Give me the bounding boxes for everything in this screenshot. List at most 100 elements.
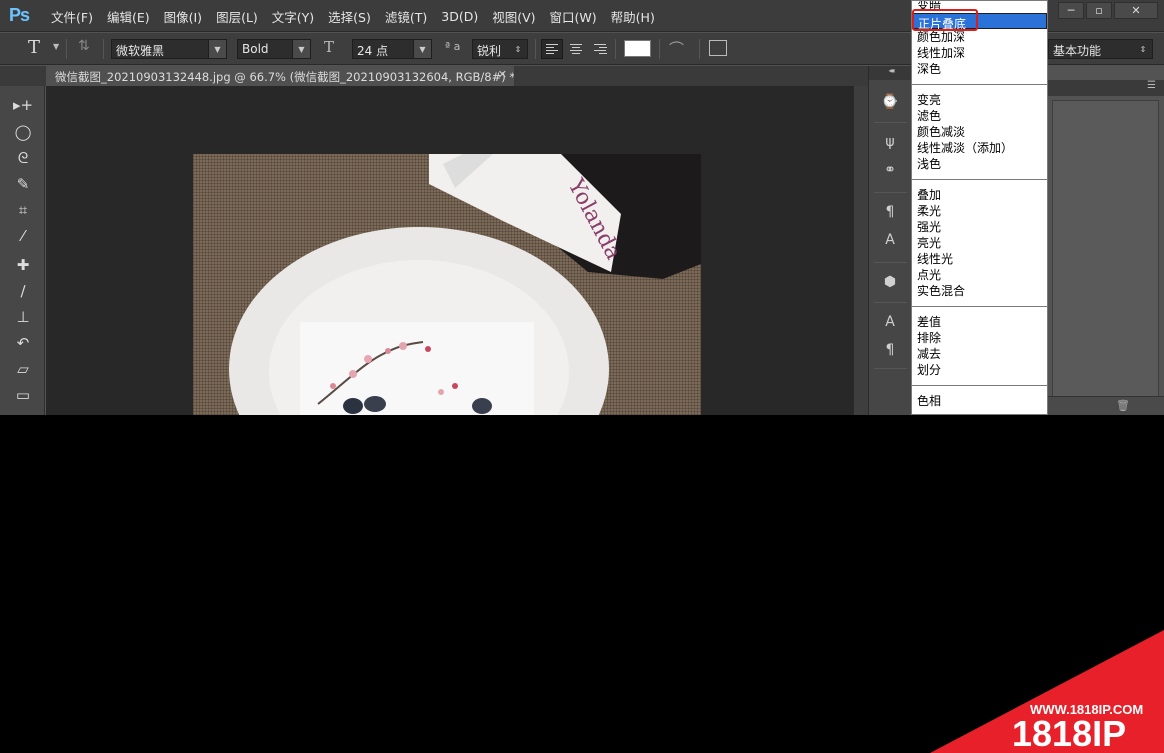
separator — [874, 368, 907, 369]
character-styles-icon[interactable]: A — [879, 230, 901, 250]
chevron-down-icon: ▼ — [413, 40, 431, 58]
layers-list[interactable] — [1052, 100, 1159, 398]
align-center-button[interactable] — [565, 39, 587, 59]
workspace-select[interactable]: 基本功能 ⇕ — [1048, 39, 1153, 59]
character-panel-icon[interactable] — [709, 40, 727, 56]
spinner-icon: ⇕ — [509, 40, 527, 58]
warp-text-icon[interactable]: ⌒ — [669, 38, 684, 58]
blend-mode-option[interactable]: 划分 — [912, 362, 1047, 378]
font-size-select[interactable]: 24 点 ▼ — [352, 39, 432, 59]
healing-brush-tool-icon[interactable]: ✚ — [10, 254, 36, 276]
text-color-swatch[interactable] — [624, 40, 651, 57]
blend-mode-option[interactable]: 实色混合 — [912, 283, 1047, 299]
menu-item[interactable]: 图层(L) — [209, 7, 265, 26]
text-orientation-icon[interactable]: ⇅ — [78, 38, 90, 58]
close-button[interactable]: ✕ — [1114, 2, 1158, 19]
document-image[interactable]: Yolanda — [193, 154, 701, 415]
blend-mode-option[interactable]: 叠加 — [912, 187, 1047, 203]
align-right-button[interactable] — [589, 39, 611, 59]
spinner-icon: ⇕ — [1134, 40, 1152, 58]
eyedropper-tool-icon[interactable]: ⁄ — [10, 225, 36, 247]
menu-item[interactable]: 文件(F) — [44, 7, 100, 26]
font-family-select[interactable]: 微软雅黑 ▼ — [111, 39, 227, 59]
collapse-panels-icon[interactable]: ◂◂ — [869, 66, 912, 80]
anti-alias-icon: ª a — [445, 40, 461, 53]
blend-mode-option[interactable]: 颜色加深 — [912, 29, 1047, 45]
panel-menu-icon[interactable]: ☰ — [1147, 80, 1156, 91]
photo-illustration: Yolanda — [229, 154, 701, 415]
menu-item[interactable]: 文字(Y) — [265, 7, 321, 26]
menu-item[interactable]: 图像(I) — [157, 7, 209, 26]
marquee-tool-icon[interactable]: ◯ — [10, 121, 36, 143]
separator — [699, 39, 700, 59]
separator — [874, 262, 907, 263]
blend-mode-option[interactable]: 线性加深 — [912, 45, 1047, 61]
text-tool-icon[interactable]: T — [28, 37, 40, 58]
quick-select-tool-icon[interactable]: ✎ — [10, 173, 36, 195]
paragraph-panel-icon[interactable]: ¶ — [879, 340, 901, 360]
align-left-button[interactable] — [541, 39, 563, 59]
clone-source-panel-icon[interactable]: ⚭ — [879, 160, 901, 180]
menu-item[interactable]: 视图(V) — [485, 7, 542, 26]
blend-mode-option[interactable]: 排除 — [912, 330, 1047, 346]
minimize-button[interactable]: ─ — [1058, 2, 1084, 19]
blend-mode-option[interactable]: 柔光 — [912, 203, 1047, 219]
paragraph-styles-icon[interactable]: ¶ — [879, 202, 901, 222]
menu-item[interactable]: 3D(D) — [434, 9, 485, 24]
blend-mode-option[interactable]: 线性减淡（添加） — [912, 140, 1047, 156]
font-style-value: Bold — [242, 42, 269, 56]
tool-preset-chevron-icon[interactable]: ▼ — [53, 42, 59, 62]
blend-mode-option[interactable]: 线性光 — [912, 251, 1047, 267]
blend-mode-option[interactable]: 点光 — [912, 267, 1047, 283]
separator — [66, 39, 67, 59]
blend-mode-option[interactable]: 差值 — [912, 314, 1047, 330]
blend-mode-option[interactable]: 减去 — [912, 346, 1047, 362]
blend-mode-option[interactable]: 变亮 — [912, 92, 1047, 108]
chevron-down-icon: ▼ — [292, 40, 310, 58]
history-panel-icon[interactable]: ⌚ — [879, 92, 901, 112]
crop-tool-icon[interactable]: ⌗ — [10, 199, 36, 221]
anti-alias-select[interactable]: 锐利 ⇕ — [472, 39, 528, 59]
menu-item[interactable]: 帮助(H) — [604, 7, 662, 26]
document-tab[interactable]: 微信截图_20210903132448.jpg @ 66.7% (微信截图_20… — [46, 66, 514, 86]
dropdown-separator — [912, 84, 1047, 85]
blend-mode-option[interactable]: 亮光 — [912, 235, 1047, 251]
history-brush-tool-icon[interactable]: ↶ — [10, 332, 36, 354]
blend-mode-dropdown[interactable]: 变暗 正片叠底 颜色加深 线性加深 深色 变亮 滤色 颜色减淡 线性减淡（添加） 浅色 叠加 柔光 强光… — [911, 0, 1048, 415]
chevron-down-icon: ▼ — [208, 40, 226, 58]
font-size-value: 24 点 — [357, 44, 389, 58]
font-style-select[interactable]: Bold ▼ — [237, 39, 311, 59]
panel-header: ☰ — [1048, 80, 1164, 96]
font-family-value: 微软雅黑 — [116, 44, 165, 58]
blend-mode-option[interactable]: 滤色 — [912, 108, 1047, 124]
clone-stamp-tool-icon[interactable]: ⊥ — [10, 306, 36, 328]
restore-button[interactable]: ▫ — [1086, 2, 1112, 19]
menu-item[interactable]: 编辑(E) — [100, 7, 157, 26]
menu-item[interactable]: 滤镜(T) — [378, 7, 434, 26]
move-tool-icon[interactable]: ▸+ — [10, 94, 36, 116]
workspace-value: 基本功能 — [1053, 44, 1102, 58]
menu-item[interactable]: 窗口(W) — [543, 7, 604, 26]
blend-mode-option[interactable]: 深色 — [912, 61, 1047, 77]
separator — [659, 39, 660, 59]
blend-mode-option[interactable]: 强光 — [912, 219, 1047, 235]
separator — [103, 39, 104, 59]
lasso-tool-icon[interactable]: ᘓ — [10, 147, 36, 169]
eraser-tool-icon[interactable]: ▱ — [10, 358, 36, 380]
brush-tool-icon[interactable]: ∕ — [10, 280, 36, 302]
brush-panel-icon[interactable]: ψ — [879, 132, 901, 152]
document-tab-title: 微信截图_20210903132448.jpg @ 66.7% (微信截图_20… — [55, 70, 514, 84]
blend-mode-option[interactable]: 浅色 — [912, 156, 1047, 172]
blend-mode-option[interactable]: 色相 — [912, 393, 1047, 409]
3d-panel-icon[interactable]: ⬢ — [879, 272, 901, 292]
close-tab-icon[interactable]: ✕ — [498, 68, 507, 81]
separator — [874, 302, 907, 303]
vertical-scrollbar[interactable] — [853, 86, 868, 415]
character-panel-icon[interactable]: A — [879, 312, 901, 332]
blend-mode-option[interactable]: 颜色减淡 — [912, 124, 1047, 140]
trash-icon[interactable]: 🗑 — [1116, 399, 1130, 412]
menu-item[interactable]: 选择(S) — [321, 7, 378, 26]
gradient-tool-icon[interactable]: ▭ — [10, 384, 36, 406]
toolbox: ▸+ ◯ ᘓ ✎ ⌗ ⁄ ✚ ∕ ⊥ ↶ ▱ ▭ — [0, 86, 45, 415]
separator — [874, 122, 907, 123]
